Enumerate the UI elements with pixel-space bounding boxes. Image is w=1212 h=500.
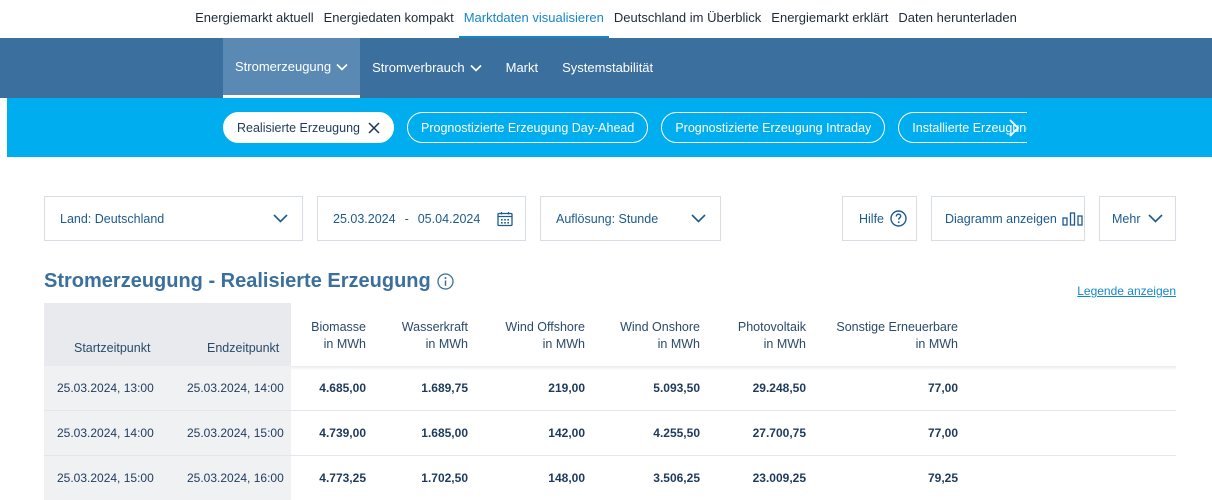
cell-end: 25.03.2024, 16:00 xyxy=(187,471,284,485)
table-row: 25.03.2024, 15:00 25.03.2024, 16:00 4.77… xyxy=(44,456,1176,500)
cell-start: 25.03.2024, 13:00 xyxy=(57,381,154,395)
cell-end: 25.03.2024, 15:00 xyxy=(187,426,284,440)
cell-start: 25.03.2024, 14:00 xyxy=(57,426,154,440)
bar-chart-icon xyxy=(1062,211,1083,226)
top-navigation: Energiemarkt aktuell Energiedaten kompak… xyxy=(0,0,1212,38)
pill-prognose-day-ahead[interactable]: Prognostizierte Erzeugung Day-Ahead xyxy=(407,112,649,143)
cell-wasserkraft: 1.689,75 xyxy=(421,381,468,395)
cell-biomasse: 4.773,25 xyxy=(319,471,366,485)
top-nav-energiemarkt-aktuell[interactable]: Energiemarkt aktuell xyxy=(190,0,319,38)
column-header-sonstige[interactable]: Sonstige Erneuerbare in MWh xyxy=(834,319,958,353)
top-nav-deutschland-im-ueberblick[interactable]: Deutschland im Überblick xyxy=(609,0,766,38)
date-from: 25.03.2024 xyxy=(333,211,396,226)
pill-label: Prognostizierte Erzeugung Day-Ahead xyxy=(421,120,635,135)
cell-wind-offshore: 148,00 xyxy=(548,471,585,485)
page-title: Stromerzeugung - Realisierte Erzeugung xyxy=(44,270,454,293)
show-legend-link[interactable]: Legende anzeigen xyxy=(1077,284,1176,298)
chevron-right-icon[interactable] xyxy=(1007,118,1021,138)
pill-label: Prognostizierte Erzeugung Intraday xyxy=(675,120,872,135)
cell-wind-onshore: 3.506,25 xyxy=(653,471,700,485)
cell-photovoltaik: 27.700,75 xyxy=(752,426,806,440)
resolution-select-value: Auflösung: Stunde xyxy=(556,211,659,226)
tab-label: Markt xyxy=(505,60,539,75)
tab-label: Stromverbrauch xyxy=(372,60,465,75)
tab-label: Stromerzeugung xyxy=(235,58,332,74)
page-title-text: Stromerzeugung - Realisierte Erzeugung xyxy=(44,270,431,292)
chevron-down-icon xyxy=(336,63,348,71)
tab-label: Systemstabilität xyxy=(562,60,654,75)
cell-wind-offshore: 219,00 xyxy=(548,381,585,395)
country-select-value: Land: Deutschland xyxy=(60,211,165,226)
cell-wasserkraft: 1.685,00 xyxy=(421,426,468,440)
more-menu-button[interactable]: Mehr xyxy=(1099,196,1176,241)
subcategory-bar: Realisierte Erzeugung Prognostizierte Er… xyxy=(7,98,1212,157)
column-header-biomasse[interactable]: Biomasse in MWh xyxy=(304,319,366,353)
help-button[interactable]: Hilfe xyxy=(842,196,917,241)
top-nav-daten-herunterladen[interactable]: Daten herunterladen xyxy=(893,0,1022,38)
pill-label: Realisierte Erzeugung xyxy=(237,120,360,135)
cell-sonstige: 79,25 xyxy=(927,471,958,485)
chevron-down-icon xyxy=(470,64,482,72)
cell-photovoltaik: 29.248,50 xyxy=(752,381,806,395)
cell-start: 25.03.2024, 15:00 xyxy=(57,471,154,485)
calendar-icon[interactable] xyxy=(497,211,513,227)
top-nav-energiedaten-kompakt[interactable]: Energiedaten kompakt xyxy=(319,0,459,38)
chevron-down-icon xyxy=(273,214,288,223)
column-header-wind-onshore[interactable]: Wind Onshore in MWh xyxy=(614,319,700,353)
cell-wind-onshore: 5.093,50 xyxy=(653,381,700,395)
category-bar: Stromerzeugung Stromverbrauch Markt Syst… xyxy=(0,38,1212,98)
resolution-select[interactable]: Auflösung: Stunde xyxy=(540,196,721,241)
table-row: 25.03.2024, 13:00 25.03.2024, 14:00 4.68… xyxy=(44,366,1176,411)
date-separator: - xyxy=(404,211,409,226)
more-label: Mehr xyxy=(1112,211,1141,226)
chevron-down-icon xyxy=(691,214,706,223)
table-row: 25.03.2024, 14:00 25.03.2024, 15:00 4.73… xyxy=(44,411,1176,456)
date-to: 05.04.2024 xyxy=(417,211,481,226)
table-header: Startzeitpunkt Endzeitpunkt Biomasse in M… xyxy=(44,303,1176,366)
pill-realisierte-erzeugung[interactable]: Realisierte Erzeugung xyxy=(223,112,394,143)
chevron-down-icon xyxy=(1148,214,1164,223)
column-header-wasserkraft[interactable]: Wasserkraft in MWh xyxy=(386,319,468,353)
cell-wind-onshore: 4.255,50 xyxy=(653,426,700,440)
tab-markt[interactable]: Markt xyxy=(494,38,551,98)
column-header-end[interactable]: Endzeitpunkt xyxy=(207,340,279,357)
pill-prognose-intraday[interactable]: Prognostizierte Erzeugung Intraday xyxy=(661,112,886,143)
cell-biomasse: 4.685,00 xyxy=(319,381,366,395)
cell-biomasse: 4.739,00 xyxy=(319,426,366,440)
show-diagram-label: Diagramm anzeigen xyxy=(945,211,1057,226)
date-range-picker[interactable]: 25.03.2024 - 05.04.2024 xyxy=(317,196,526,241)
close-icon[interactable] xyxy=(368,121,380,134)
column-header-start[interactable]: Startzeitpunkt xyxy=(74,340,150,357)
top-nav-energiemarkt-erklaert[interactable]: Energiemarkt erklärt xyxy=(766,0,893,38)
cell-end: 25.03.2024, 14:00 xyxy=(187,381,284,395)
help-label: Hilfe xyxy=(859,211,885,226)
top-nav-marktdaten-visualisieren[interactable]: Marktdaten visualisieren xyxy=(458,0,609,38)
tab-systemstabilitaet[interactable]: Systemstabilität xyxy=(550,38,665,98)
cell-sonstige: 77,00 xyxy=(927,426,958,440)
cell-wind-offshore: 142,00 xyxy=(548,426,585,440)
cell-photovoltaik: 23.009,25 xyxy=(752,471,806,485)
country-select[interactable]: Land: Deutschland xyxy=(44,196,303,241)
tab-stromerzeugung[interactable]: Stromerzeugung xyxy=(223,38,361,98)
question-icon xyxy=(890,210,907,227)
cell-sonstige: 77,00 xyxy=(927,381,958,395)
column-header-photovoltaik[interactable]: Photovoltaik in MWh xyxy=(724,319,806,353)
tab-stromverbrauch[interactable]: Stromverbrauch xyxy=(360,38,493,98)
info-icon[interactable] xyxy=(437,273,454,290)
cell-wasserkraft: 1.702,50 xyxy=(421,471,468,485)
show-diagram-button[interactable]: Diagramm anzeigen xyxy=(931,196,1085,241)
column-header-wind-offshore[interactable]: Wind Offshore in MWh xyxy=(499,319,585,353)
data-table: Startzeitpunkt Endzeitpunkt Biomasse in M… xyxy=(44,303,1176,500)
